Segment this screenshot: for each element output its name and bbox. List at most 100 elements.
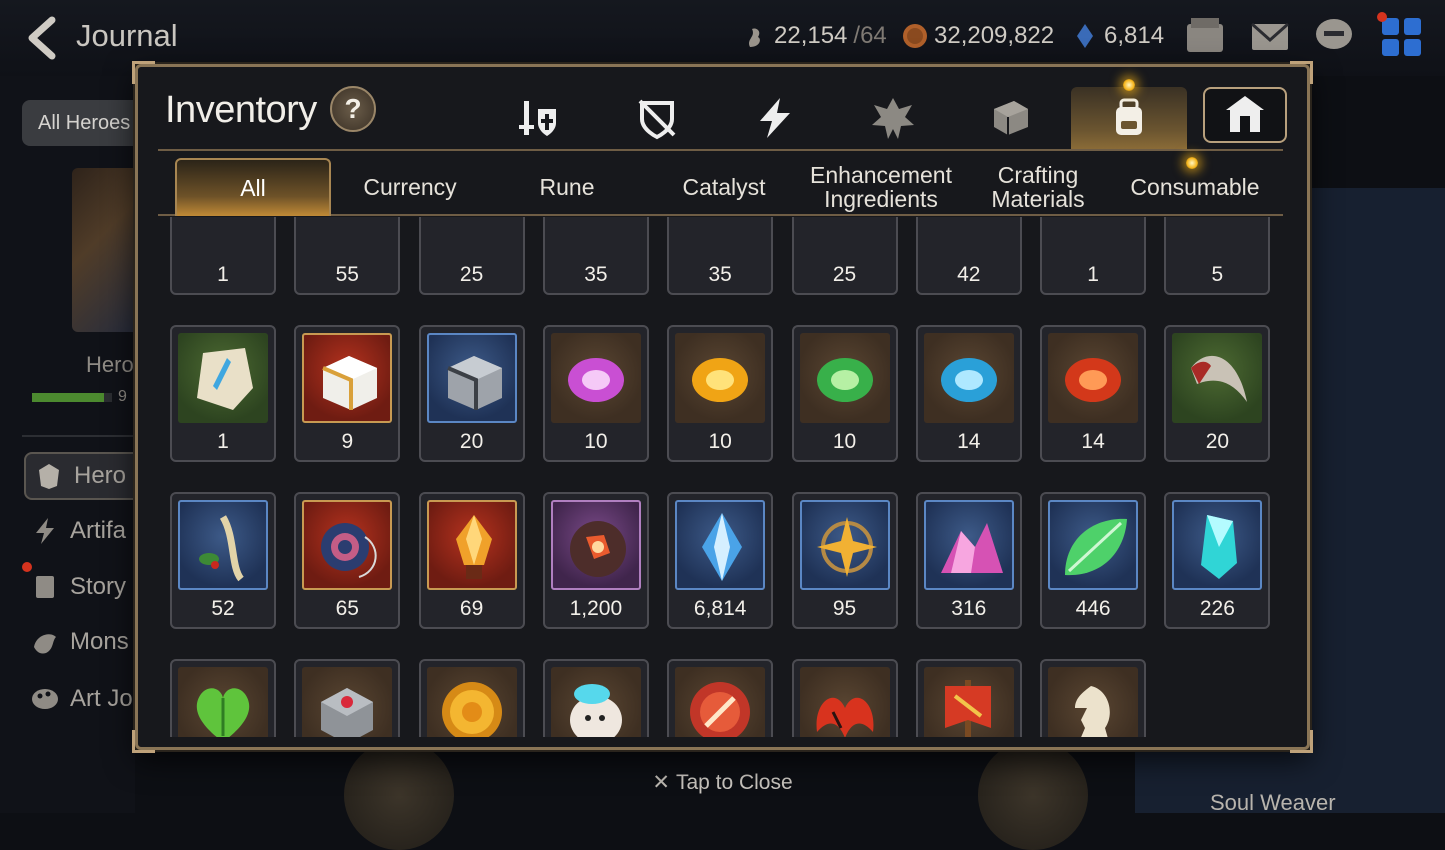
item-slot[interactable]: 11 <box>791 659 898 737</box>
sidebar-item-art-journal[interactable]: Art Jo <box>30 684 133 714</box>
item-slot[interactable]: 14 <box>915 325 1022 462</box>
item-frame <box>178 333 268 423</box>
item-slot[interactable]: 55 <box>294 217 401 295</box>
item-slot[interactable]: 226 <box>1164 492 1271 629</box>
item-slot[interactable]: 35 <box>542 217 649 295</box>
stamina-max: /64 <box>853 22 887 49</box>
item-slot[interactable]: 316 <box>915 492 1022 629</box>
tab-boxes[interactable] <box>953 87 1069 149</box>
item-slot[interactable]: 14 <box>1040 325 1147 462</box>
item-slot[interactable]: 1,200 <box>542 492 649 629</box>
item-quantity: 1,200 <box>569 597 623 620</box>
menu-grid-icon[interactable] <box>1380 14 1424 58</box>
story-icon <box>36 576 54 598</box>
item-slot[interactable]: 22,154 <box>1040 659 1147 737</box>
item-slot[interactable]: 3 <box>542 659 649 737</box>
subtab-enhancement-ingredients[interactable]: Enhancement Ingredients <box>803 158 959 216</box>
sidebar-item-story[interactable]: Story <box>30 572 126 602</box>
item-frame <box>550 500 641 590</box>
knight-piece-icon <box>1075 686 1110 737</box>
item-slot[interactable]: 10 <box>791 325 898 462</box>
item-frame <box>550 667 641 737</box>
item-slot[interactable]: 5 <box>1164 217 1271 295</box>
item-slot[interactable]: 95 <box>791 492 898 629</box>
sidebar-item-artifact[interactable]: Artifa <box>30 516 126 546</box>
item-slot[interactable]: 1 <box>170 217 276 295</box>
progress-value: 9 <box>118 388 127 405</box>
item-frame <box>675 500 766 590</box>
tab-equipment[interactable] <box>481 87 597 149</box>
item-slot[interactable]: 446 <box>1040 492 1147 629</box>
artifact-lightning-icon <box>760 98 790 138</box>
item-quantity: 6,814 <box>693 597 747 620</box>
subtab-catalyst[interactable]: Catalyst <box>646 158 802 216</box>
back-arrow-icon[interactable] <box>22 16 62 60</box>
item-quantity: 14 <box>1081 430 1105 453</box>
item-frame <box>178 500 268 590</box>
item-slot[interactable]: 20 <box>1164 325 1271 462</box>
sidebar-item-monster[interactable]: Mons <box>30 627 129 657</box>
sidebar-item-hero[interactable]: Hero <box>24 452 144 500</box>
sidebar-divider <box>22 435 135 437</box>
item-slot[interactable]: 65 <box>294 492 401 629</box>
item-quantity: 14 <box>957 430 981 453</box>
sword-badge-icon <box>690 682 751 737</box>
item-frame <box>923 333 1014 423</box>
star-amulet-icon <box>816 517 877 577</box>
item-quantity: 42 <box>957 263 981 286</box>
gold-chest-icon <box>322 356 378 410</box>
item-quantity: 10 <box>584 430 608 453</box>
item-slot[interactable]: 9 <box>294 325 401 462</box>
pink-crystal-icon <box>940 523 1003 573</box>
inventory-modal: Inventory ? All Currency Rune Catalyst E… <box>132 61 1313 753</box>
subtab-currency[interactable]: Currency <box>332 158 488 216</box>
free-shop-icon[interactable] <box>1183 14 1227 58</box>
tab-materials[interactable] <box>835 87 951 149</box>
herb-icon <box>199 515 244 582</box>
tab-storage[interactable] <box>1203 87 1287 143</box>
item-slot[interactable]: 52 <box>170 492 276 629</box>
tap-to-close[interactable]: ✕ Tap to Close <box>0 770 1445 795</box>
item-slot[interactable]: 3 <box>667 659 774 737</box>
help-button[interactable]: ? <box>330 86 376 132</box>
item-slot[interactable]: 25 <box>418 217 525 295</box>
item-slot[interactable]: 6,470 <box>170 659 276 737</box>
item-quantity: 52 <box>211 597 235 620</box>
item-slot[interactable]: 20 <box>418 325 525 462</box>
notification-dot <box>1377 12 1387 22</box>
subtab-rune[interactable]: Rune <box>489 158 645 216</box>
tab-broken-equipment[interactable] <box>599 87 715 149</box>
item-slot[interactable]: 1 <box>170 325 276 462</box>
pet-icon <box>569 684 622 737</box>
item-quantity: 9 <box>341 430 354 453</box>
item-slot[interactable]: 10 <box>667 325 774 462</box>
item-frame <box>799 333 890 423</box>
sidebar-item-label: Mons <box>70 628 129 655</box>
item-slot[interactable]: 42 <box>915 217 1022 295</box>
item-quantity: 10 <box>708 430 732 453</box>
item-slot[interactable]: 10 <box>542 325 649 462</box>
item-slot[interactable]: 35 <box>667 217 774 295</box>
subtab-crafting-materials[interactable]: Crafting Materials <box>960 158 1116 216</box>
frame-corner <box>1290 730 1313 753</box>
tab-consumables[interactable] <box>1071 87 1187 149</box>
chat-icon[interactable] <box>1312 14 1356 58</box>
red-leaf-icon <box>816 697 873 737</box>
item-slot[interactable]: 69 <box>418 492 525 629</box>
item-slot[interactable]: 25 <box>791 217 898 295</box>
item-slot[interactable]: 6,814 <box>667 492 774 629</box>
subtab-all[interactable]: All <box>175 158 331 216</box>
journal-title: Journal <box>76 18 178 53</box>
item-slot[interactable]: 32,209,822 <box>418 659 525 737</box>
mail-icon[interactable] <box>1248 14 1292 58</box>
item-frame <box>426 333 517 423</box>
all-heroes-filter[interactable]: All Heroes <box>22 100 142 146</box>
item-slot[interactable]: 5 <box>915 659 1022 737</box>
tab-artifacts[interactable] <box>717 87 833 149</box>
equipment-icon <box>519 101 556 136</box>
item-frame <box>1048 500 1139 590</box>
item-slot[interactable]: 1 <box>1040 217 1147 295</box>
item-slot[interactable]: 10 <box>294 659 401 737</box>
item-quantity: 1 <box>217 430 229 453</box>
item-quantity: 20 <box>1205 430 1230 453</box>
